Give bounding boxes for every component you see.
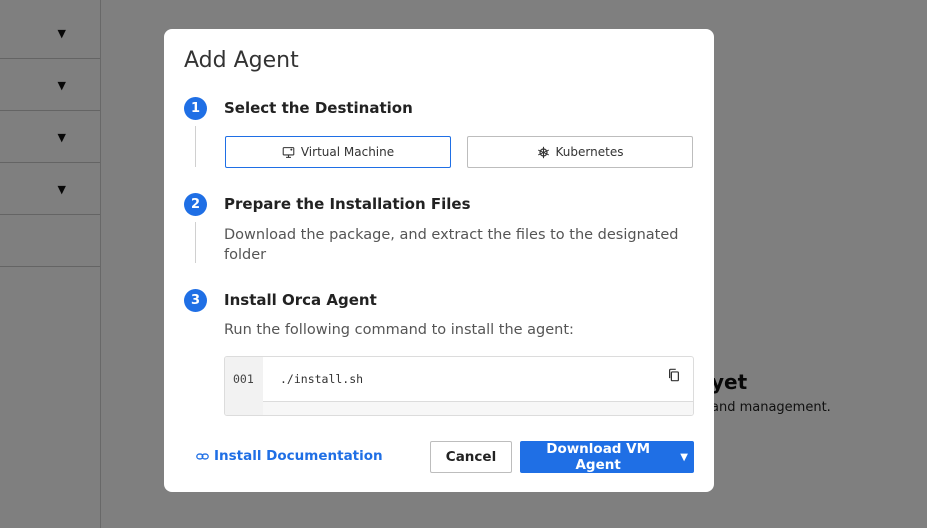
copy-icon[interactable]: [667, 368, 681, 382]
code-line-number: 001: [233, 372, 254, 386]
cancel-button[interactable]: Cancel: [430, 441, 512, 473]
kubernetes-label: Kubernetes: [555, 145, 624, 159]
monitor-icon: [282, 146, 295, 158]
step-description-prepare: Download the package, and extract the fi…: [224, 227, 679, 263]
link-icon: [196, 452, 209, 460]
chevron-down-icon[interactable]: ▼: [680, 452, 688, 463]
virtual-machine-option[interactable]: Virtual Machine: [225, 136, 451, 168]
command-code-block[interactable]: 001 ./install.sh: [224, 356, 694, 416]
step-number-1: 1: [184, 97, 207, 120]
step-title-prepare: Prepare the Installation Files: [224, 195, 471, 213]
code-horizontal-scrollbar[interactable]: [263, 402, 693, 415]
kubernetes-option[interactable]: Kubernetes: [467, 136, 693, 168]
install-documentation-link[interactable]: Install Documentation: [196, 448, 383, 464]
step-title-destination: Select the Destination: [224, 99, 413, 117]
install-documentation-label: Install Documentation: [214, 448, 383, 464]
step-number-2: 2: [184, 193, 207, 216]
step-title-install: Install Orca Agent: [224, 291, 377, 309]
add-agent-modal: Add Agent 1 Select the Destination Virtu…: [164, 29, 714, 492]
download-vm-agent-label: Download VM Agent: [546, 441, 651, 473]
install-command[interactable]: ./install.sh: [280, 372, 363, 386]
step-connector: [195, 126, 196, 167]
step-number-3: 3: [184, 289, 207, 312]
step-description-install: Run the following command to install the…: [224, 322, 574, 338]
code-gutter: [225, 357, 263, 415]
modal-title: Add Agent: [184, 48, 299, 73]
download-vm-agent-button[interactable]: Download VM Agent ▼: [520, 441, 694, 473]
virtual-machine-label: Virtual Machine: [300, 145, 395, 159]
step-connector: [195, 222, 196, 263]
kubernetes-icon: [537, 146, 549, 158]
